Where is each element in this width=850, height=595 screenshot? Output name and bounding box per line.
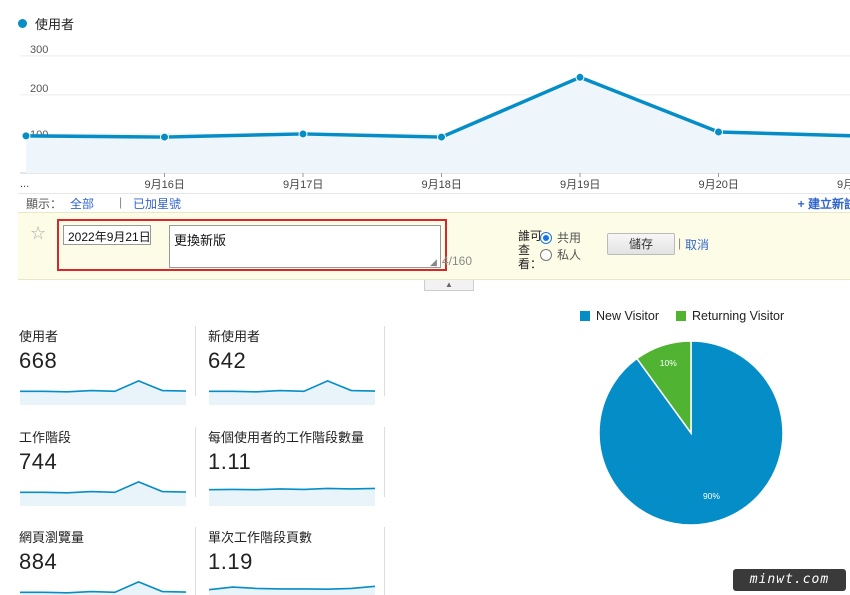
char-count: 4/160 bbox=[442, 254, 473, 268]
series-dot-icon bbox=[18, 19, 27, 28]
x-axis-ellipsis: ... bbox=[20, 178, 29, 190]
x-tick-label: 9月19日 bbox=[560, 179, 600, 191]
data-point[interactable] bbox=[160, 132, 169, 142]
shared-label: 共用 bbox=[557, 231, 582, 245]
main-chart-legend[interactable]: 使用者 bbox=[18, 14, 74, 33]
x-tick-label: 9月16日 bbox=[145, 179, 185, 191]
metric-divider bbox=[384, 326, 385, 396]
sparkline-line bbox=[20, 380, 187, 393]
pie-slice-label: 90% bbox=[703, 491, 720, 501]
toolbar-separator: | bbox=[119, 195, 123, 209]
show-label: 顯示： bbox=[26, 197, 63, 211]
metric-value: 1.11 bbox=[208, 449, 252, 474]
pie-legend-new[interactable]: New Visitor bbox=[580, 309, 659, 323]
show-starred-link[interactable]: 已加星號 bbox=[133, 195, 181, 212]
sparkline-area bbox=[20, 481, 186, 506]
series-area bbox=[26, 77, 850, 173]
x-tick-label: 9月17日 bbox=[283, 179, 323, 191]
watermark-logo: minwt.com bbox=[733, 569, 846, 591]
metric-label: 每個使用者的工作階段數量 bbox=[208, 430, 365, 445]
main-chart-legend-label: 使用者 bbox=[35, 17, 75, 32]
metric-divider bbox=[384, 527, 385, 595]
pie-legend-returning[interactable]: Returning Visitor bbox=[676, 309, 784, 323]
metric-label: 新使用者 bbox=[208, 329, 261, 344]
collapse-annotations-button[interactable]: ▲ bbox=[424, 280, 474, 291]
data-point[interactable] bbox=[714, 127, 723, 137]
metric-divider bbox=[195, 427, 196, 497]
metric-sparkline bbox=[209, 380, 376, 405]
metric-value: 1.19 bbox=[208, 549, 253, 574]
annotation-text-input[interactable]: 更換新版 bbox=[169, 225, 441, 268]
metric-label: 單次工作階段頁數 bbox=[208, 530, 313, 545]
metric-new-users[interactable]: 新使用者 642 bbox=[208, 326, 386, 405]
sparkline-line bbox=[208, 487, 376, 491]
metric-label: 網頁瀏覽量 bbox=[19, 530, 85, 545]
cancel-separator: | bbox=[678, 236, 682, 250]
y-tick-label: 300 bbox=[30, 44, 48, 56]
x-tick-label: 9月18日 bbox=[422, 179, 462, 191]
metric-pages-per-session[interactable]: 單次工作階段頁數 1.19 bbox=[208, 527, 386, 595]
sparkline-area bbox=[209, 488, 375, 506]
save-button[interactable]: 儲存 bbox=[607, 233, 675, 255]
visitor-type-pie-chart[interactable]: 90% 10% bbox=[596, 338, 786, 528]
star-icon[interactable]: ☆ bbox=[30, 223, 46, 244]
metric-sparkline bbox=[208, 487, 376, 506]
metric-sessions-per-user[interactable]: 每個使用者的工作階段數量 1.11 bbox=[208, 427, 386, 506]
metric-sparkline bbox=[20, 581, 187, 595]
metric-divider bbox=[384, 427, 385, 497]
sparkline-line bbox=[209, 380, 376, 393]
series-line bbox=[25, 75, 850, 139]
metric-value: 884 bbox=[19, 549, 58, 574]
metric-divider bbox=[195, 326, 196, 396]
cancel-link[interactable]: 取消 bbox=[685, 236, 709, 253]
users-line-chart[interactable]: 3002001009月16日 9月17日 9月18日 9月19日 9月20日 9月... bbox=[0, 38, 850, 198]
annotation-toolbar: 顯示： 全部 | 已加星號 + 建立新註 bbox=[18, 193, 850, 212]
data-point[interactable] bbox=[298, 129, 308, 139]
metric-users[interactable]: 使用者 668 bbox=[19, 326, 197, 405]
metric-sessions[interactable]: 工作階段 744 bbox=[19, 427, 197, 506]
metric-value: 744 bbox=[19, 449, 58, 474]
annotation-date-input[interactable]: 2022年9月21日 bbox=[63, 225, 151, 245]
sparkline-area bbox=[209, 380, 375, 405]
create-annotation-link[interactable]: + 建立新註 bbox=[798, 195, 850, 212]
private-label: 私人 bbox=[557, 248, 582, 262]
data-point[interactable] bbox=[21, 131, 31, 141]
metric-pageviews[interactable]: 網頁瀏覽量 884 bbox=[19, 527, 197, 595]
metric-sparkline bbox=[20, 481, 187, 506]
new-visitor-swatch-icon bbox=[580, 311, 590, 321]
show-all-link[interactable]: 全部 bbox=[70, 195, 94, 212]
pie-legend-label: New Visitor bbox=[596, 309, 659, 323]
sparkline-line bbox=[20, 481, 187, 494]
metric-label: 工作階段 bbox=[19, 430, 72, 445]
metric-sparkline bbox=[20, 380, 187, 405]
visibility-private-option[interactable]: 私人 bbox=[540, 246, 581, 263]
annotation-form: ☆ 2022年9月21日 更換新版 ◢ 4/160 誰可查看： 共用 私人 儲存… bbox=[18, 212, 850, 280]
metric-sparkline bbox=[208, 585, 376, 595]
metric-divider bbox=[195, 527, 196, 595]
sparkline-area bbox=[20, 380, 186, 405]
radio-private[interactable] bbox=[540, 248, 552, 261]
returning-visitor-swatch-icon bbox=[676, 311, 686, 321]
metric-value: 668 bbox=[19, 348, 58, 373]
resize-handle-icon[interactable]: ◢ bbox=[430, 257, 440, 267]
sparkline-line bbox=[20, 581, 187, 594]
visibility-shared-option[interactable]: 共用 bbox=[540, 229, 581, 246]
y-tick-label: 200 bbox=[30, 83, 48, 95]
pie-legend-label: Returning Visitor bbox=[692, 309, 785, 323]
metric-label: 使用者 bbox=[19, 329, 59, 344]
pie-slice-label: 10% bbox=[660, 358, 677, 368]
metric-value: 642 bbox=[208, 348, 247, 373]
x-tick-label: 9月20日 bbox=[699, 179, 739, 191]
x-tick-label: 9月 bbox=[837, 179, 850, 191]
data-point[interactable] bbox=[575, 72, 585, 82]
radio-shared[interactable] bbox=[540, 231, 552, 244]
data-point[interactable] bbox=[437, 132, 446, 142]
